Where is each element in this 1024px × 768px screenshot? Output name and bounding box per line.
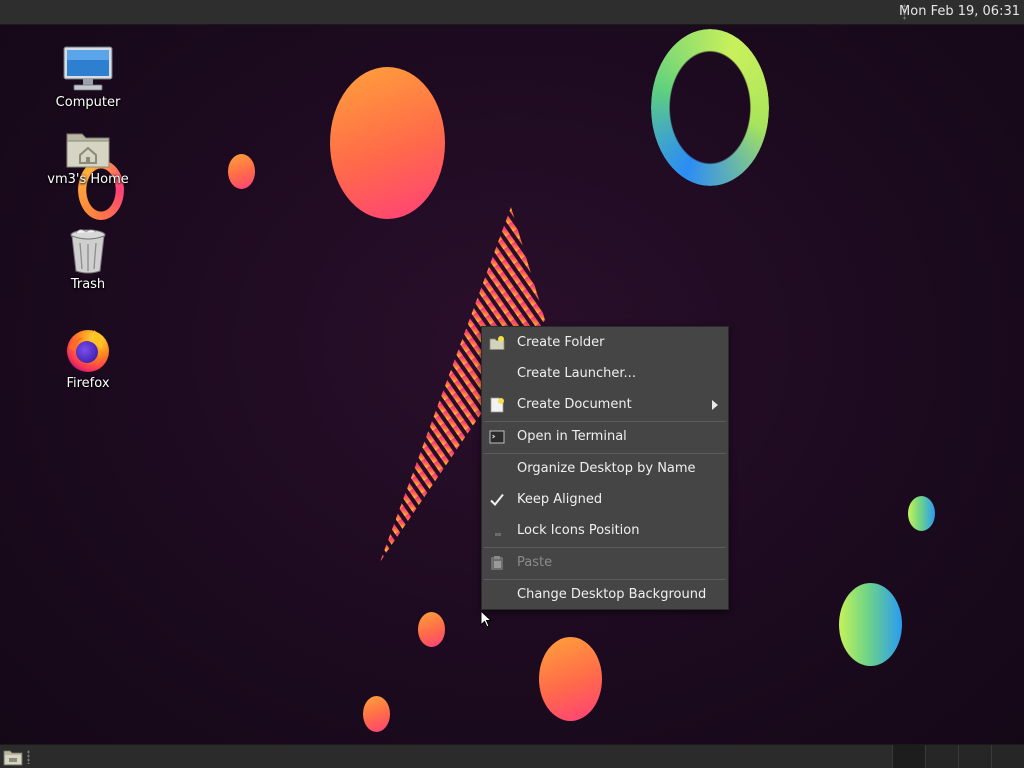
firefox-icon [67, 330, 109, 372]
terminal-icon [489, 430, 505, 444]
desktop-icon-label: Firefox [66, 376, 110, 391]
folder-new-icon [489, 336, 505, 350]
lock-icon [495, 533, 501, 536]
desktop-icon-label: Computer [55, 95, 121, 110]
panel-handle[interactable] [27, 750, 30, 764]
desktop-icon-trash[interactable]: Trash [38, 227, 138, 292]
document-new-icon [490, 397, 504, 413]
desktop-icon-label: vm3's Home [47, 172, 129, 187]
desktop-icon-label: Trash [70, 277, 106, 292]
workspace-1[interactable] [892, 745, 925, 768]
menu-item-paste[interactable]: Paste [482, 549, 728, 577]
menu-item-change-background[interactable]: Change Desktop Background [482, 581, 728, 609]
wallpaper-green-orb [839, 583, 902, 666]
menu-item-organize-by-name[interactable]: Organize Desktop by Name [482, 455, 728, 483]
desktop[interactable]: Mon Feb 19, 06:31 Computer vm3's Home Tr… [0, 0, 1024, 768]
menu-item-create-launcher[interactable]: Create Launcher... [482, 360, 728, 388]
workspace-4[interactable] [991, 745, 1024, 768]
desktop-context-menu: Create Folder Create Launcher... Create … [481, 326, 729, 610]
menu-separator [484, 547, 726, 548]
bottom-panel [0, 744, 1024, 768]
wallpaper-orange-orb [330, 67, 445, 219]
desktop-icon-computer[interactable]: Computer [38, 45, 138, 110]
desktop-icon-firefox[interactable]: Firefox [38, 326, 138, 391]
wallpaper-orange-orb [228, 154, 255, 189]
wallpaper-ring [651, 29, 769, 186]
menu-separator [484, 421, 726, 422]
wallpaper-orange-orb [363, 696, 390, 732]
menu-item-lock-icons-position[interactable]: Lock Icons Position [482, 517, 728, 545]
computer-icon [63, 46, 113, 91]
top-panel: Mon Feb 19, 06:31 [0, 0, 1024, 25]
menu-separator [484, 579, 726, 580]
workspace-2[interactable] [925, 745, 958, 768]
menu-item-keep-aligned[interactable]: Keep Aligned [482, 486, 728, 514]
wallpaper-orange-orb [539, 637, 602, 721]
home-folder-icon [66, 133, 110, 168]
menu-item-create-document[interactable]: Create Document [482, 391, 728, 419]
menu-item-open-terminal[interactable]: Open in Terminal [482, 423, 728, 451]
menu-separator [484, 453, 726, 454]
show-desktop-icon[interactable] [3, 748, 23, 766]
mouse-cursor-icon [480, 610, 492, 628]
trash-icon [70, 229, 106, 274]
wallpaper-orange-orb [418, 612, 445, 647]
clock[interactable]: Mon Feb 19, 06:31 [899, 4, 1020, 19]
submenu-arrow-icon [712, 400, 718, 410]
workspace-3[interactable] [958, 745, 991, 768]
wallpaper-green-orb [908, 496, 935, 531]
paste-icon [491, 556, 503, 570]
menu-item-create-folder[interactable]: Create Folder [482, 329, 728, 357]
desktop-icon-home[interactable]: vm3's Home [38, 128, 138, 187]
check-icon [490, 493, 504, 506]
